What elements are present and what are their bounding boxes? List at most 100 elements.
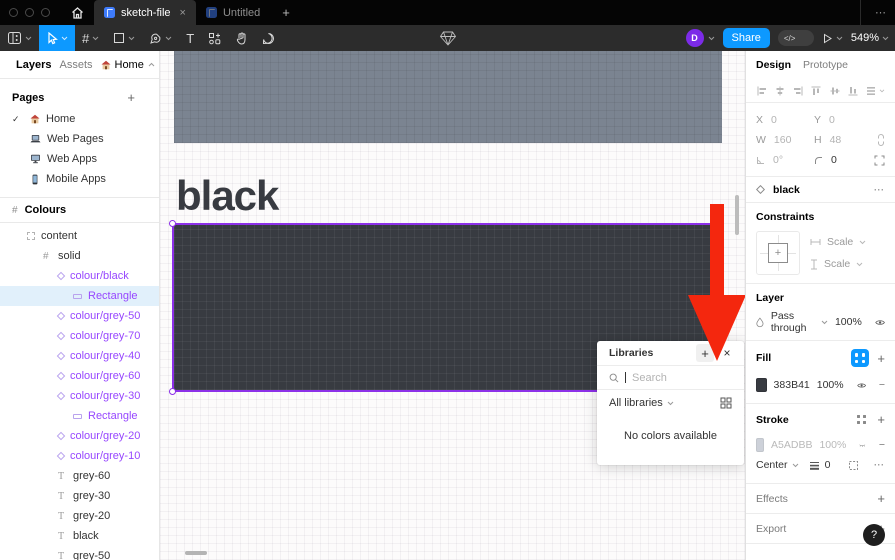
layer-row-colour-grey-40[interactable]: colour/grey-40 — [0, 346, 159, 366]
align-top-icon[interactable] — [810, 85, 822, 97]
page-switcher[interactable]: Home — [101, 59, 155, 71]
layer-row-rectangle[interactable]: Rectangle — [0, 406, 159, 426]
fill-styles-button[interactable] — [851, 349, 869, 367]
vertical-constraint-dropdown[interactable]: Scale — [810, 258, 866, 270]
layer-row-text-grey-20[interactable]: Tgrey-20 — [0, 506, 159, 526]
fill-hex-field[interactable]: 383B41 — [774, 379, 810, 391]
tab-design[interactable]: Design — [756, 59, 791, 71]
selection-handle[interactable] — [169, 220, 176, 227]
present-button[interactable] — [822, 33, 843, 44]
layer-row-solid[interactable]: #solid — [0, 246, 159, 266]
constrain-proportions-icon[interactable] — [877, 134, 885, 146]
canvas-grey-rectangle[interactable] — [174, 51, 722, 143]
layer-row-colour-grey-30[interactable]: colour/grey-30 — [0, 386, 159, 406]
constraints-widget[interactable]: + — [756, 231, 800, 275]
avatar[interactable]: D — [686, 29, 704, 47]
page-item-mobile-apps[interactable]: Mobile Apps — [0, 169, 159, 189]
colours-frame-header[interactable]: # Colours — [0, 198, 159, 223]
stroke-weight-field[interactable]: 0 — [809, 459, 831, 471]
layer-row-colour-grey-20[interactable]: colour/grey-20 — [0, 426, 159, 446]
height-field[interactable]: H48 — [814, 134, 872, 146]
add-page-button[interactable]: + — [127, 90, 147, 105]
new-tab-button[interactable]: + — [270, 0, 302, 25]
layer-row-text-black[interactable]: Tblack — [0, 526, 159, 546]
remove-fill-button[interactable]: − — [873, 379, 885, 391]
grid-view-icon[interactable] — [720, 397, 732, 409]
eye-icon[interactable] — [875, 318, 885, 327]
tab-overflow-menu[interactable]: ⋯ — [860, 0, 887, 25]
move-tool-button[interactable] — [39, 25, 75, 51]
library-search-input[interactable]: Search — [597, 366, 744, 390]
layer-row-colour-grey-60[interactable]: colour/grey-60 — [0, 366, 159, 386]
window-zoom-button[interactable] — [41, 8, 50, 17]
align-left-icon[interactable] — [756, 85, 768, 97]
layer-row-colour-grey-50[interactable]: colour/grey-50 — [0, 306, 159, 326]
canvas-heading-black[interactable]: black — [176, 172, 278, 220]
distribute-menu[interactable] — [865, 85, 885, 97]
independent-corners-icon[interactable] — [874, 155, 885, 166]
tab-layers[interactable]: Layers — [16, 59, 51, 71]
advanced-stroke-icon[interactable]: ⋯ — [874, 459, 886, 471]
library-filter-dropdown[interactable]: All libraries — [597, 390, 744, 416]
horizontal-constraint-dropdown[interactable]: Scale — [810, 236, 866, 248]
layer-row-colour-black[interactable]: colour/black — [0, 266, 159, 286]
text-tool-button[interactable]: T — [179, 25, 201, 51]
y-position-field[interactable]: Y0 — [814, 114, 872, 126]
stroke-opacity-field[interactable]: 100% — [819, 439, 846, 451]
share-button[interactable]: Share — [723, 28, 770, 48]
home-tab[interactable] — [60, 0, 94, 25]
account-menu[interactable]: D — [686, 29, 715, 47]
width-field[interactable]: W160 — [756, 134, 814, 146]
add-fill-button[interactable]: + — [877, 351, 885, 366]
canvas[interactable]: black Libraries + × Search — [160, 51, 745, 560]
shape-tool-button[interactable] — [106, 25, 142, 51]
align-vertical-center-icon[interactable] — [829, 85, 841, 97]
page-item-web-pages[interactable]: Web Pages — [0, 129, 159, 149]
tab-prototype[interactable]: Prototype — [803, 59, 848, 71]
layer-row-colour-grey-10[interactable]: colour/grey-10 — [0, 446, 159, 466]
resources-tool-button[interactable] — [201, 25, 228, 51]
zoom-menu[interactable]: 549% — [851, 32, 889, 44]
stroke-hex-field[interactable]: A5ADBB — [771, 439, 812, 451]
close-icon[interactable]: × — [180, 7, 186, 19]
layer-row-text-grey-60[interactable]: Tgrey-60 — [0, 466, 159, 486]
add-effect-button[interactable]: + — [877, 491, 885, 506]
selection-handle[interactable] — [169, 388, 176, 395]
tab-untitled[interactable]: Untitled — [196, 0, 270, 25]
layer-row-colour-grey-70[interactable]: colour/grey-70 — [0, 326, 159, 346]
layer-row-rectangle-selected[interactable]: Rectangle — [0, 286, 159, 306]
pen-tool-button[interactable] — [142, 25, 179, 51]
page-item-home[interactable]: ✓ Home — [0, 109, 159, 129]
layer-row-content[interactable]: content — [0, 226, 159, 246]
rotation-field[interactable]: 0° — [756, 154, 814, 166]
stroke-per-side-icon[interactable] — [848, 460, 859, 471]
align-horizontal-center-icon[interactable] — [774, 85, 786, 97]
stroke-styles-icon[interactable] — [857, 415, 868, 424]
window-minimize-button[interactable] — [25, 8, 34, 17]
x-position-field[interactable]: X0 — [756, 114, 814, 126]
tab-sketch-file[interactable]: sketch-file × — [94, 0, 196, 25]
layer-row-text-grey-30[interactable]: Tgrey-30 — [0, 486, 159, 506]
frame-tool-button[interactable]: # — [75, 25, 106, 51]
page-item-web-apps[interactable]: Web Apps — [0, 149, 159, 169]
fill-opacity-field[interactable]: 100% — [817, 379, 844, 391]
more-options-icon[interactable]: ⋯ — [874, 184, 886, 196]
fill-color-swatch[interactable] — [756, 378, 767, 392]
main-menu-button[interactable] — [0, 25, 39, 51]
stroke-color-swatch[interactable] — [756, 438, 764, 452]
help-button[interactable]: ? — [863, 524, 885, 546]
align-bottom-icon[interactable] — [847, 85, 859, 97]
corner-radius-field[interactable]: 0 — [814, 154, 872, 166]
align-right-icon[interactable] — [792, 85, 804, 97]
window-close-button[interactable] — [9, 8, 18, 17]
blend-mode-dropdown[interactable]: Pass through — [771, 310, 828, 334]
layer-opacity-field[interactable]: 100% — [835, 316, 862, 328]
layer-row-text-grey-50[interactable]: Tgrey-50 — [0, 546, 159, 560]
stroke-align-dropdown[interactable]: Center — [756, 459, 799, 471]
tab-assets[interactable]: Assets — [59, 59, 92, 71]
horizontal-scrollbar[interactable] — [185, 551, 207, 555]
eye-icon[interactable] — [857, 381, 866, 390]
dev-mode-toggle[interactable]: </> — [778, 30, 814, 46]
remove-stroke-button[interactable]: − — [873, 439, 885, 451]
add-stroke-button[interactable]: + — [877, 412, 885, 427]
